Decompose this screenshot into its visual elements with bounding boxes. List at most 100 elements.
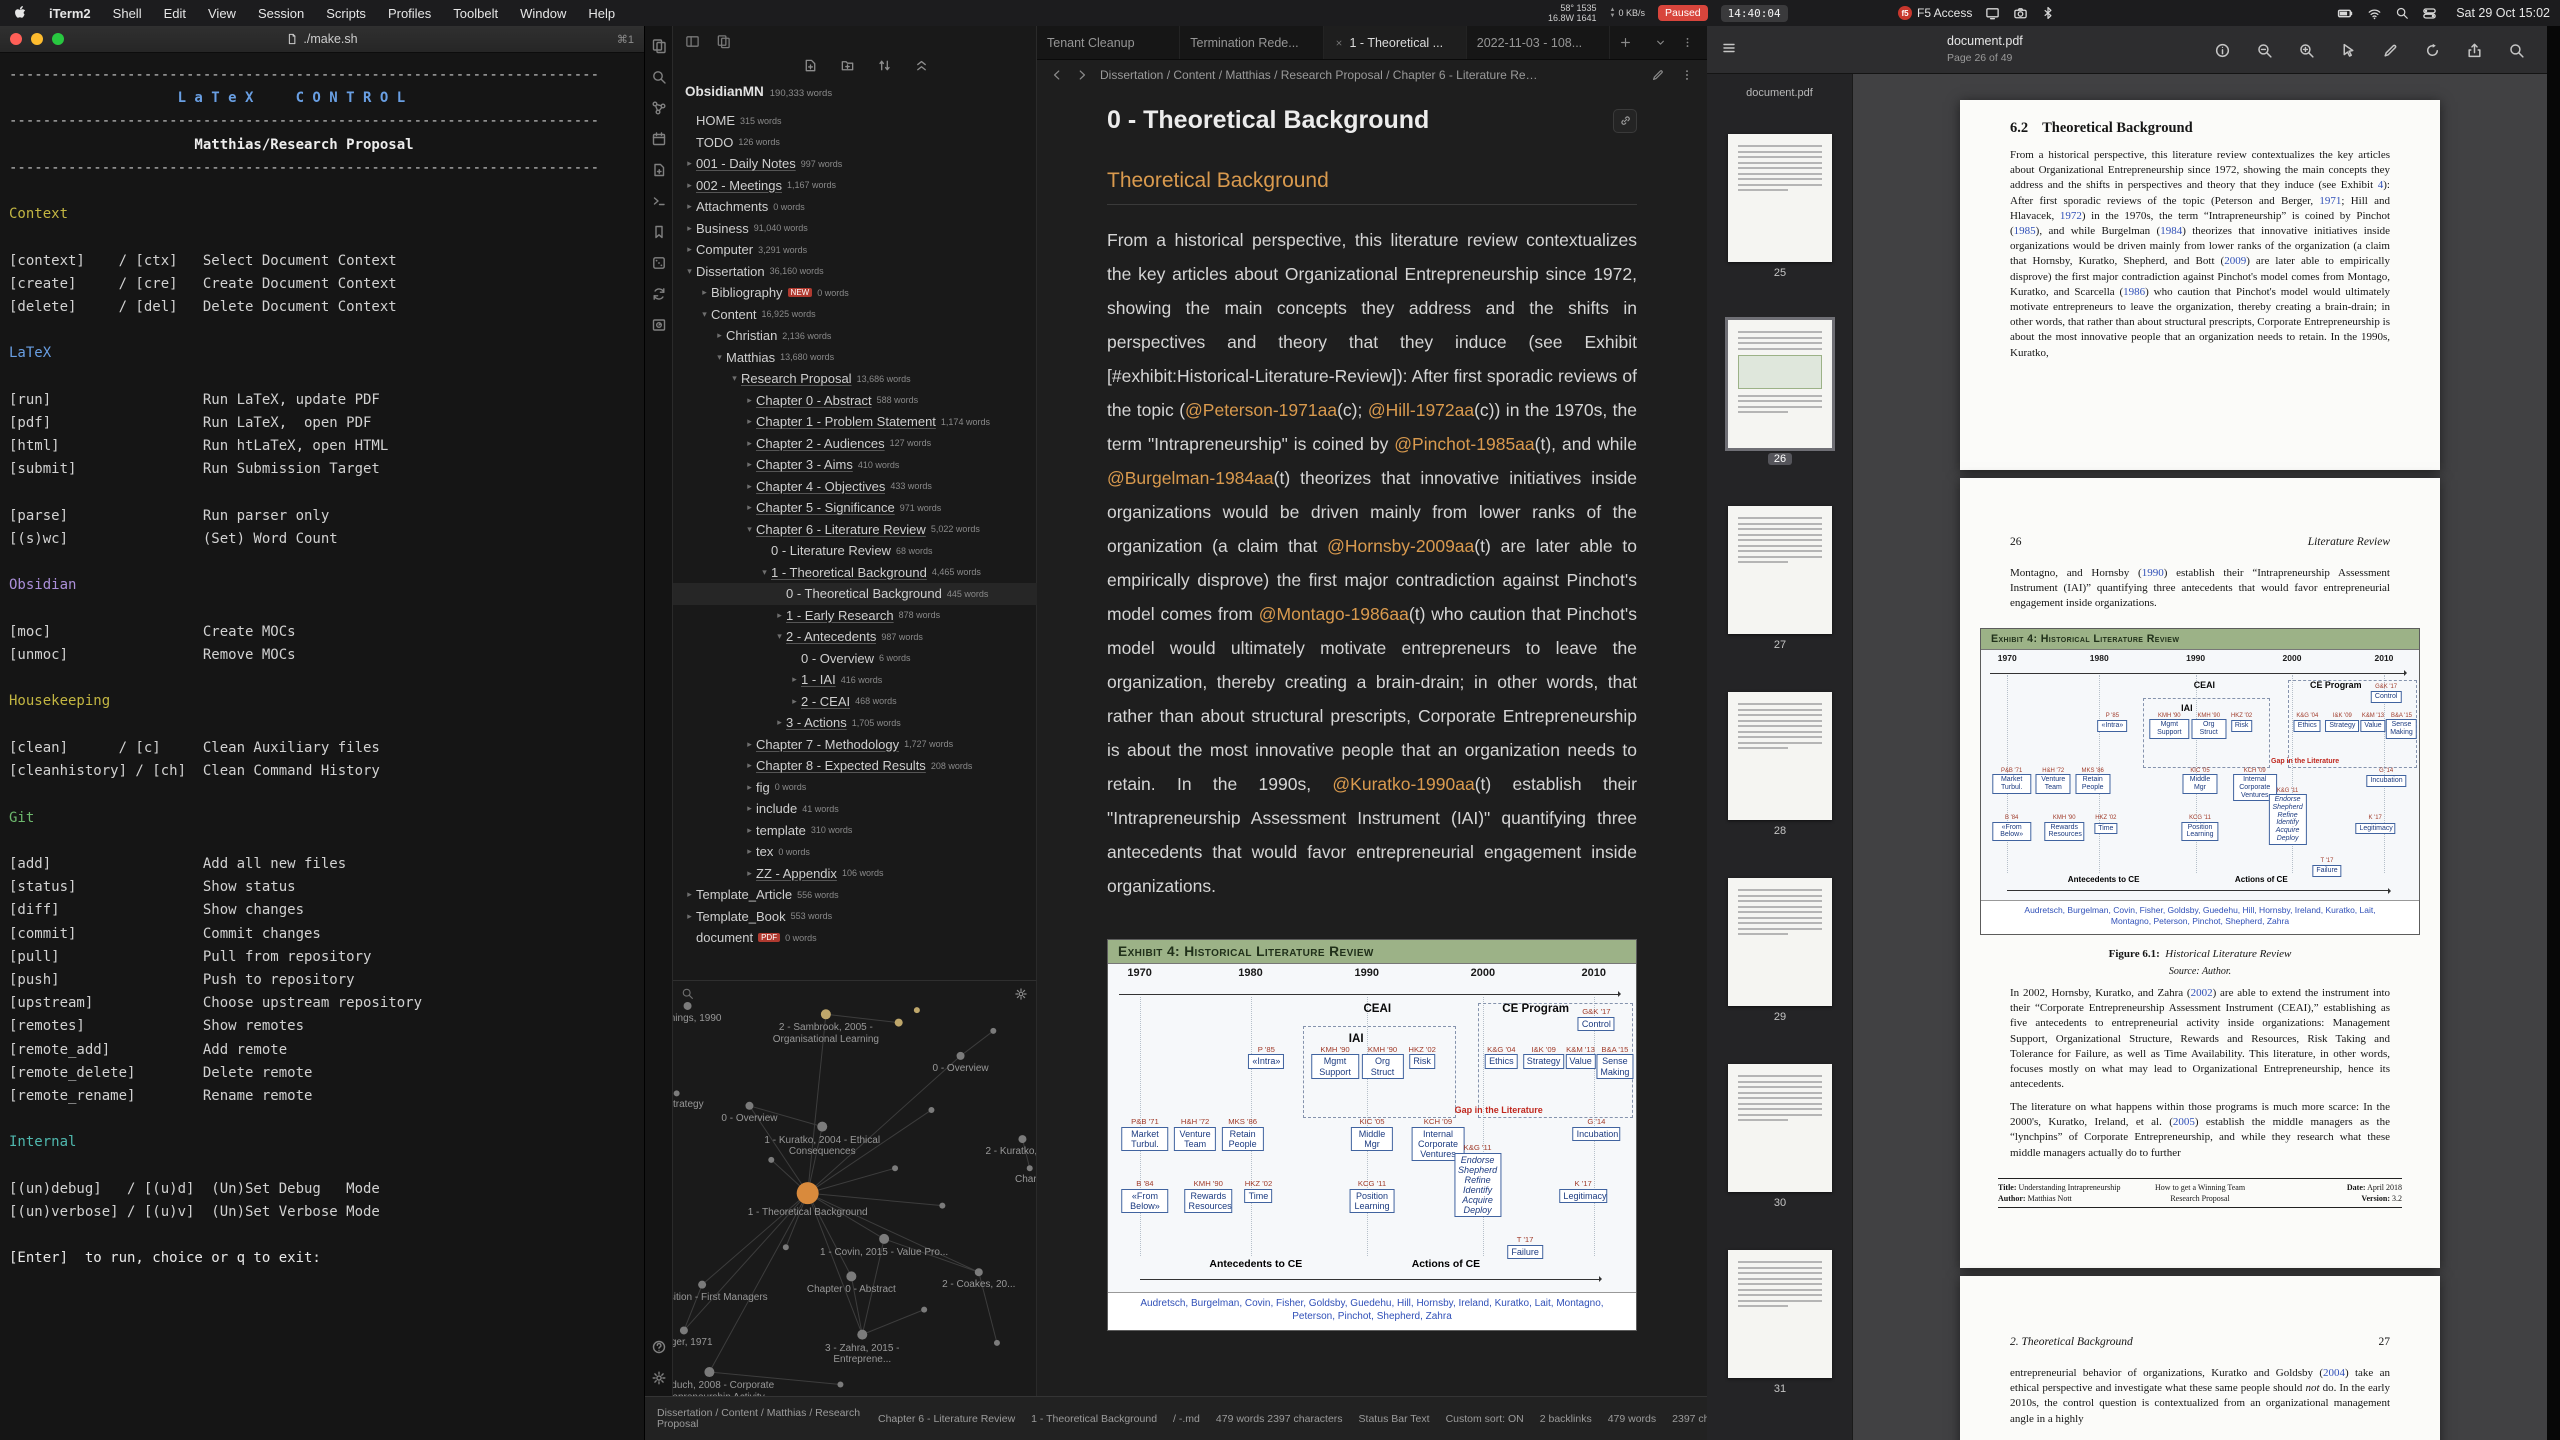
zoom-in-icon[interactable] (2298, 42, 2315, 59)
camera-icon[interactable] (2013, 6, 2028, 21)
paused-badge[interactable]: Paused (1658, 5, 1708, 21)
graph-node[interactable] (928, 1107, 934, 1113)
info-icon[interactable] (2214, 42, 2231, 59)
spotlight-search-icon[interactable] (2395, 6, 2409, 20)
graph-node[interactable] (846, 1271, 856, 1281)
f5-access-menu[interactable]: f5 F5 Access (1898, 6, 1972, 20)
citation-link[interactable]: 1986 (2123, 286, 2145, 298)
breadcrumb[interactable]: Dissertation / Content / Matthias / Rese… (1100, 68, 1540, 82)
menu-profiles[interactable]: Profiles (377, 0, 442, 26)
graph-node[interactable] (745, 1102, 753, 1110)
tree-item[interactable]: HOME315 words (673, 110, 1037, 132)
tab-list-icon[interactable] (1654, 36, 1667, 49)
graph-node[interactable] (857, 1330, 867, 1340)
layout-options-icon[interactable] (1681, 36, 1694, 49)
tree-item[interactable]: ▸1 - IAI416 words (673, 669, 1037, 691)
menu-iterm2[interactable]: iTerm2 (38, 0, 102, 26)
bluetooth-icon[interactable] (2041, 6, 2055, 20)
tree-item[interactable]: ▾1 - Theoretical Background4,465 words (673, 562, 1037, 584)
note-title[interactable]: 0 - Theoretical Background (1107, 106, 1637, 135)
files-icon[interactable] (651, 38, 667, 54)
close-window-button[interactable] (10, 33, 22, 45)
tree-item[interactable]: ▸Chapter 8 - Expected Results208 words (673, 755, 1037, 777)
zoom-out-icon[interactable] (2256, 42, 2273, 59)
status-item[interactable]: Status Bar Text (1359, 1413, 1430, 1425)
tree-item[interactable]: ▸tex0 words (673, 841, 1037, 863)
tree-item[interactable]: 0 - Overview6 words (673, 648, 1037, 670)
citation-link[interactable]: 1985 (2014, 225, 2036, 237)
citation-link[interactable]: @Hill-1972aa (1368, 400, 1474, 420)
graph-node[interactable] (1018, 1135, 1026, 1143)
embedded-exhibit-image[interactable]: Exhibit 4: Historical Literature Review … (1107, 939, 1637, 1331)
tree-item[interactable]: ▸002 - Meetings1,167 words (673, 175, 1037, 197)
new-folder-button[interactable] (840, 58, 855, 73)
pdf-page-view[interactable]: 6.2Theoretical Background From a histori… (1853, 74, 2547, 1440)
tree-item[interactable]: ▸2 - CEAI468 words (673, 691, 1037, 713)
menu-view[interactable]: View (197, 0, 247, 26)
citation-link[interactable]: 1990 (2142, 567, 2164, 579)
status-item[interactable]: Chapter 6 - Literature Review (878, 1413, 1015, 1425)
markup-icon[interactable] (2382, 42, 2399, 59)
tab-2022-11-03-108-[interactable]: 2022-11-03 - 108... (1467, 26, 1610, 59)
graph-filter-icon[interactable] (681, 987, 694, 1000)
graph-node[interactable] (680, 1326, 688, 1334)
citation-link[interactable]: @Kuratko-1990aa (1332, 774, 1474, 794)
graph-icon[interactable] (651, 100, 667, 116)
graph-node[interactable] (975, 1268, 983, 1276)
tree-item[interactable]: ▸1 - Early Research878 words (673, 605, 1037, 627)
note-link-button[interactable] (1613, 109, 1637, 133)
menu-scripts[interactable]: Scripts (315, 0, 377, 26)
tree-item[interactable]: ▾Research Proposal13,686 words (673, 368, 1037, 390)
minimize-window-button[interactable] (31, 33, 43, 45)
pdf-thumbnail-25[interactable]: 25 (1728, 134, 1832, 281)
help-icon[interactable] (651, 1339, 667, 1355)
citation-link[interactable]: 2004 (2323, 1367, 2345, 1379)
zoom-window-button[interactable] (52, 33, 64, 45)
graph-node[interactable] (817, 1122, 827, 1132)
collapse-all-button[interactable] (914, 58, 929, 73)
graph-node[interactable] (892, 1165, 898, 1171)
citation-link[interactable]: @Burgelman-1984aa (1107, 468, 1274, 488)
graph-node[interactable] (879, 1234, 889, 1244)
tree-item[interactable]: ▸Business91,040 words (673, 218, 1037, 240)
sync-icon[interactable] (651, 286, 667, 302)
pdf-thumbnail-29[interactable]: 29 (1728, 878, 1832, 1025)
status-item[interactable]: Dissertation / Content / Matthias / Rese… (657, 1408, 862, 1430)
menu-bar-clock[interactable]: Sat 29 Oct 15:02 (2456, 6, 2550, 20)
graph-node[interactable] (837, 1382, 843, 1388)
tree-item[interactable]: ▸Chapter 4 - Objectives433 words (673, 476, 1037, 498)
menu-window[interactable]: Window (509, 0, 577, 26)
graph-node[interactable] (684, 1002, 692, 1010)
rotate-icon[interactable] (2424, 42, 2441, 59)
tree-item[interactable]: ▾Content16,925 words (673, 304, 1037, 326)
apple-menu-icon[interactable] (0, 6, 38, 20)
pdf-thumbnail-27[interactable]: 27 (1728, 506, 1832, 653)
pdf-thumbnail-26[interactable]: 26 (1728, 320, 1832, 467)
navigate-forward-icon[interactable] (1075, 68, 1089, 82)
citation-link[interactable]: 1972 (2060, 210, 2082, 222)
graph-node[interactable] (994, 1340, 1000, 1346)
network-speed[interactable]: ▲▼0 KB/s (1610, 7, 1645, 19)
vault-icon[interactable] (651, 317, 667, 333)
pdf-thumbnail-31[interactable]: 31 (1728, 1250, 1832, 1397)
close-tab-icon[interactable] (1334, 38, 1344, 48)
menu-shell[interactable]: Shell (102, 0, 153, 26)
tab-1-theoretical-[interactable]: 1 - Theoretical ... (1324, 26, 1467, 59)
citation-link[interactable]: @Peterson-1971aa (1185, 400, 1337, 420)
tree-item[interactable]: ▸ZZ - Appendix106 words (673, 863, 1037, 885)
tree-item[interactable]: ▸Computer3,291 words (673, 239, 1037, 261)
citation-link[interactable]: @Pinchot-1985aa (1394, 434, 1534, 454)
graph-node[interactable] (939, 1203, 945, 1209)
citation-link[interactable]: 2009 (2224, 255, 2246, 267)
tree-item[interactable]: ▸001 - Daily Notes997 words (673, 153, 1037, 175)
graph-node[interactable] (914, 1007, 920, 1013)
calendar-icon[interactable] (651, 131, 667, 147)
citation-link[interactable]: 1971 (2319, 195, 2341, 207)
note-content[interactable]: 0 - Theoretical Background Theoretical B… (1037, 90, 1707, 1396)
select-tool-icon[interactable] (2340, 42, 2357, 59)
share-icon[interactable] (2466, 42, 2483, 59)
status-item[interactable]: / -.md (1173, 1413, 1200, 1425)
tree-item[interactable]: TODO126 words (673, 132, 1037, 154)
edit-mode-toggle-icon[interactable] (1651, 68, 1665, 82)
recording-timer[interactable]: 14:40:04 (1721, 5, 1788, 22)
